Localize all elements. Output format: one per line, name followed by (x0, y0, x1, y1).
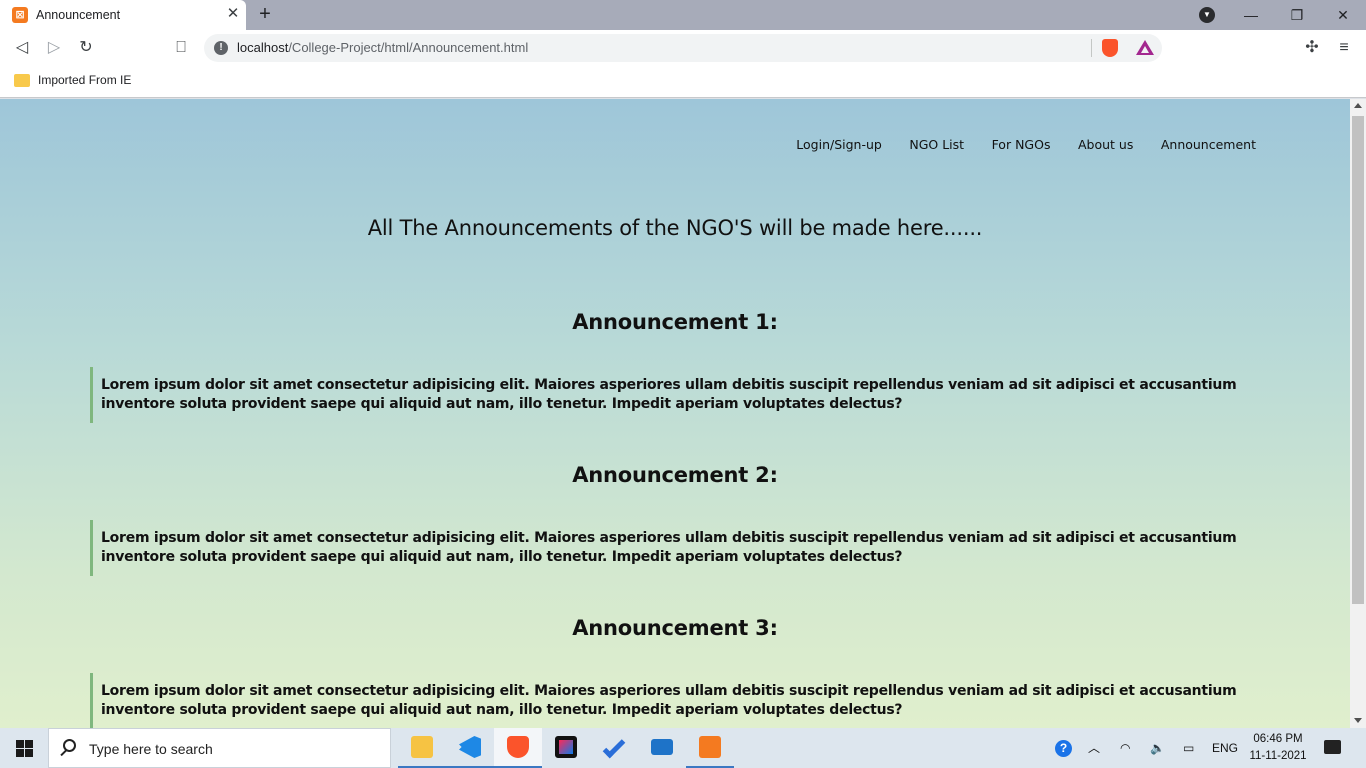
mail-icon (651, 739, 673, 755)
volume-icon[interactable]: 🔈 (1150, 728, 1165, 768)
intellij-app[interactable] (542, 728, 590, 768)
taskbar-search-placeholder: Type here to search (89, 741, 213, 757)
nav-about-us[interactable]: About us (1078, 137, 1133, 152)
close-window-icon[interactable]: ✕ (1320, 0, 1366, 30)
page-scrollbar[interactable] (1350, 99, 1366, 728)
menu-icon[interactable]: ≡ (1334, 38, 1354, 58)
profile-dropdown-icon[interactable]: ▼ (1199, 7, 1215, 23)
announcement-body: Lorem ipsum dolor sit amet consectetur a… (90, 673, 1260, 728)
nav-announcement[interactable]: Announcement (1161, 137, 1256, 152)
xampp-icon (699, 736, 721, 758)
chevron-up-icon[interactable]: ︿ (1088, 728, 1100, 768)
omnibox-divider (1091, 39, 1092, 57)
xampp-favicon-icon: ⊠ (12, 7, 28, 23)
battery-icon[interactable]: ▭ (1183, 728, 1194, 768)
scroll-down-arrow-icon[interactable] (1354, 718, 1362, 723)
extensions-icon[interactable]: ✣ (1302, 38, 1322, 58)
minimize-window-icon[interactable]: — (1228, 0, 1274, 30)
taskbar-search[interactable]: Type here to search (48, 728, 391, 768)
mail-app[interactable] (638, 728, 686, 768)
todo-app[interactable] (590, 728, 638, 768)
vscode-app[interactable] (446, 728, 494, 768)
checkmark-icon (602, 735, 626, 759)
wifi-icon[interactable]: ◠ (1120, 728, 1130, 768)
scroll-up-arrow-icon[interactable] (1354, 103, 1362, 108)
nav-ngo-list[interactable]: NGO List (909, 137, 964, 152)
announcement-title: Announcement 2: (572, 463, 778, 487)
page-title: All The Announcements of the NGO'S will … (367, 216, 983, 240)
address-bar[interactable]: ! localhost/College-Project/html/Announc… (204, 34, 1162, 62)
file-explorer-icon (411, 736, 433, 758)
bookmark-icon[interactable]: ⎕ (171, 38, 191, 58)
url-host: localhost (237, 40, 289, 55)
xampp-app[interactable] (686, 728, 734, 768)
url-path: /College-Project/html/Announcement.html (288, 40, 529, 55)
url-text[interactable]: localhost/College-Project/html/Announcem… (237, 40, 528, 55)
search-icon (63, 739, 76, 752)
scroll-thumb[interactable] (1352, 116, 1364, 604)
folder-icon (14, 74, 30, 87)
announcement-body: Lorem ipsum dolor sit amet consectetur a… (90, 367, 1260, 423)
info-icon[interactable]: ! (214, 41, 228, 55)
file-explorer-app[interactable] (398, 728, 446, 768)
clock-date: 11-11-2021 (1249, 750, 1307, 762)
restore-window-icon[interactable]: ❐ (1274, 0, 1320, 30)
brave-browser-app[interactable] (494, 728, 542, 768)
announcement-title: Announcement 1: (572, 310, 778, 334)
nav-login-signup[interactable]: Login/Sign-up (796, 137, 882, 152)
announcement-title: Announcement 3: (572, 616, 778, 640)
browser-toolbar: ◁ ▷ ↻ ⎕ ! localhost/College-Project/html… (0, 30, 1366, 66)
close-tab-icon[interactable]: ✕ (224, 5, 242, 23)
taskbar: Type here to search ? ︿ ◠ 🔈 ▭ ENG 06:46 … (0, 728, 1366, 768)
reload-icon[interactable]: ↻ (76, 38, 96, 58)
bookmark-folder-imported[interactable]: Imported From IE (38, 73, 131, 87)
new-tab-button[interactable]: + (254, 3, 276, 25)
tab-title: Announcement (36, 8, 121, 22)
clock[interactable]: 06:46 PM 11-11-2021 (1248, 731, 1308, 765)
announcement-body: Lorem ipsum dolor sit amet consectetur a… (90, 520, 1260, 576)
vscode-icon (459, 736, 481, 758)
page-viewport: Login/Sign-up NGO List For NGOs About us… (0, 99, 1350, 728)
site-nav: Login/Sign-up NGO List For NGOs About us… (796, 137, 1256, 152)
tab-strip: ⊠ Announcement ✕ + ▼ — ❐ ✕ (0, 0, 1366, 30)
help-icon[interactable]: ? (1055, 728, 1073, 768)
language-indicator[interactable]: ENG (1212, 728, 1238, 768)
back-icon[interactable]: ◁ (12, 38, 32, 58)
brave-shields-icon[interactable] (1102, 39, 1118, 57)
brave-browser-icon (507, 736, 529, 758)
notification-icon[interactable] (1324, 740, 1341, 754)
bookmarks-bar: Imported From IE (0, 66, 1366, 98)
brave-rewards-icon[interactable] (1136, 40, 1154, 55)
forward-icon[interactable]: ▷ (44, 38, 64, 58)
clock-time: 06:46 PM (1253, 733, 1303, 745)
browser-tab[interactable]: ⊠ Announcement ✕ (0, 0, 246, 30)
nav-for-ngos[interactable]: For NGOs (992, 137, 1051, 152)
intellij-icon (555, 736, 577, 758)
windows-start-icon[interactable] (16, 740, 33, 757)
